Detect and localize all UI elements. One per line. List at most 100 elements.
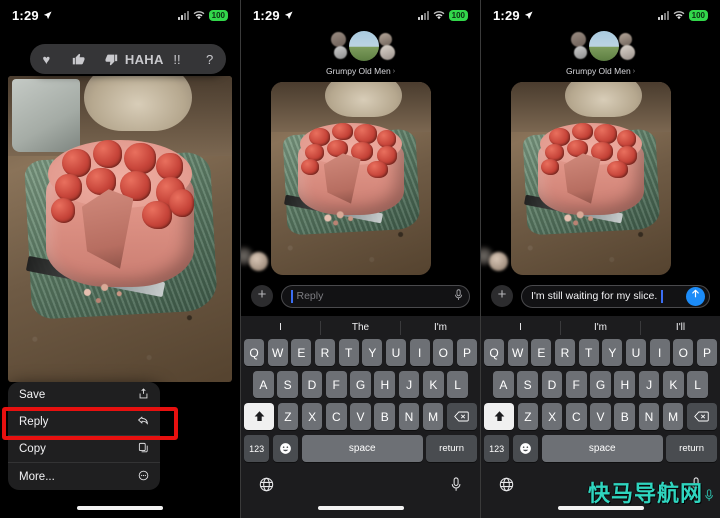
key-w[interactable]: W <box>267 339 288 366</box>
context-menu-item-reply[interactable]: Reply <box>8 409 160 436</box>
predictive-text-row[interactable]: I I'm I'll <box>481 316 720 339</box>
key-w[interactable]: W <box>507 339 528 366</box>
key-a[interactable]: A <box>492 371 514 398</box>
key-d[interactable]: D <box>301 371 323 398</box>
add-attachment-button[interactable]: + <box>251 285 273 307</box>
key-k[interactable]: K <box>422 371 444 398</box>
conversation-title-row[interactable]: Grumpy Old Men › <box>326 66 395 76</box>
return-key[interactable]: return <box>666 435 717 462</box>
add-attachment-button[interactable]: + <box>491 285 513 307</box>
key-t[interactable]: T <box>578 339 599 366</box>
message-photo-bubble[interactable] <box>511 82 671 275</box>
group-avatar-stack[interactable] <box>321 30 401 64</box>
context-menu-item-save[interactable]: Save <box>8 382 160 409</box>
heart-tapback-icon[interactable]: ♥ <box>33 48 59 70</box>
globe-icon[interactable] <box>259 477 274 495</box>
reply-input-field[interactable]: I'm still waiting for my slice. <box>521 284 710 308</box>
key-v[interactable]: V <box>590 403 611 430</box>
key-c[interactable]: C <box>565 403 587 430</box>
backspace-icon[interactable] <box>686 403 717 430</box>
predictive-suggestion[interactable]: I'm <box>561 320 641 335</box>
message-photo-bubble[interactable] <box>271 82 431 275</box>
predictive-suggestion[interactable]: I'm <box>401 321 480 335</box>
key-s[interactable]: S <box>517 371 539 398</box>
space-key[interactable]: space <box>541 435 663 462</box>
microphone-icon[interactable] <box>454 288 465 304</box>
thumbs-up-tapback-icon[interactable] <box>66 48 92 70</box>
key-p[interactable]: P <box>456 339 478 366</box>
key-e[interactable]: E <box>531 339 552 366</box>
key-u[interactable]: U <box>625 339 647 366</box>
reply-input-field[interactable]: Reply <box>281 284 470 308</box>
shift-up-icon[interactable] <box>484 403 515 430</box>
key-b[interactable]: B <box>614 403 636 430</box>
key-y[interactable]: Y <box>602 339 623 366</box>
send-arrow-up-icon[interactable] <box>686 286 705 306</box>
group-avatar-stack[interactable] <box>561 30 641 64</box>
key-n[interactable]: N <box>638 403 660 430</box>
key-z[interactable]: Z <box>277 403 299 430</box>
backspace-icon[interactable] <box>446 403 477 430</box>
key-d[interactable]: D <box>541 371 563 398</box>
key-e[interactable]: E <box>291 339 312 366</box>
key-t[interactable]: T <box>338 339 359 366</box>
key-j[interactable]: J <box>398 371 420 398</box>
key-j[interactable]: J <box>638 371 660 398</box>
key-v[interactable]: V <box>350 403 371 430</box>
predictive-suggestion[interactable]: I <box>481 320 561 335</box>
predictive-suggestion[interactable]: The <box>321 320 401 335</box>
key-i[interactable]: I <box>649 339 670 366</box>
key-y[interactable]: Y <box>362 339 383 366</box>
emoji-smiley-icon[interactable] <box>272 435 299 462</box>
key-f[interactable]: F <box>565 371 587 398</box>
question-tapback-icon[interactable]: ? <box>197 48 223 70</box>
conversation-header[interactable]: Grumpy Old Men › <box>481 30 720 78</box>
key-s[interactable]: S <box>277 371 299 398</box>
return-key[interactable]: return <box>426 435 477 462</box>
key-l[interactable]: L <box>447 371 469 398</box>
thumbs-down-tapback-icon[interactable] <box>99 48 125 70</box>
key-m[interactable]: M <box>422 403 444 430</box>
key-z[interactable]: Z <box>517 403 539 430</box>
exclamation-tapback-icon[interactable]: !! <box>164 48 190 70</box>
key-r[interactable]: R <box>314 339 336 366</box>
context-menu-item-copy[interactable]: Copy <box>8 436 160 463</box>
tapback-bar[interactable]: ♥ HA HA !! ? <box>30 44 226 74</box>
predictive-text-row[interactable]: I The I'm <box>241 316 480 339</box>
key-r[interactable]: R <box>554 339 576 366</box>
conversation-header[interactable]: Grumpy Old Men › <box>241 30 480 78</box>
onscreen-keyboard[interactable]: I The I'm Q W E R T Y U I O P A S D F G … <box>241 316 480 518</box>
key-m[interactable]: M <box>662 403 684 430</box>
key-g[interactable]: G <box>590 371 611 398</box>
key-l[interactable]: L <box>687 371 709 398</box>
key-p[interactable]: P <box>696 339 718 366</box>
key-i[interactable]: I <box>409 339 430 366</box>
key-n[interactable]: N <box>398 403 420 430</box>
key-x[interactable]: X <box>301 403 323 430</box>
key-o[interactable]: O <box>673 339 694 366</box>
space-key[interactable]: space <box>301 435 423 462</box>
key-x[interactable]: X <box>541 403 563 430</box>
predictive-suggestion[interactable]: I'll <box>641 321 720 335</box>
key-u[interactable]: U <box>385 339 407 366</box>
key-g[interactable]: G <box>350 371 371 398</box>
key-k[interactable]: K <box>662 371 684 398</box>
microphone-icon[interactable] <box>450 477 462 495</box>
context-menu-item-more[interactable]: More... <box>8 463 160 490</box>
key-q[interactable]: Q <box>483 339 505 366</box>
key-q[interactable]: Q <box>243 339 265 366</box>
conversation-title-row[interactable]: Grumpy Old Men › <box>566 66 635 76</box>
haha-tapback-icon[interactable]: HA HA <box>125 48 163 70</box>
context-menu[interactable]: Save Reply Copy More... <box>8 382 160 490</box>
predictive-suggestion[interactable]: I <box>241 320 321 335</box>
fullscreen-photo[interactable] <box>8 76 232 382</box>
key-a[interactable]: A <box>252 371 274 398</box>
key-c[interactable]: C <box>325 403 347 430</box>
numeric-keyboard-button[interactable]: 123 <box>244 435 270 462</box>
key-f[interactable]: F <box>325 371 347 398</box>
globe-icon[interactable] <box>499 477 514 495</box>
shift-up-icon[interactable] <box>244 403 275 430</box>
numeric-keyboard-button[interactable]: 123 <box>484 435 510 462</box>
key-o[interactable]: O <box>433 339 454 366</box>
emoji-smiley-icon[interactable] <box>512 435 539 462</box>
